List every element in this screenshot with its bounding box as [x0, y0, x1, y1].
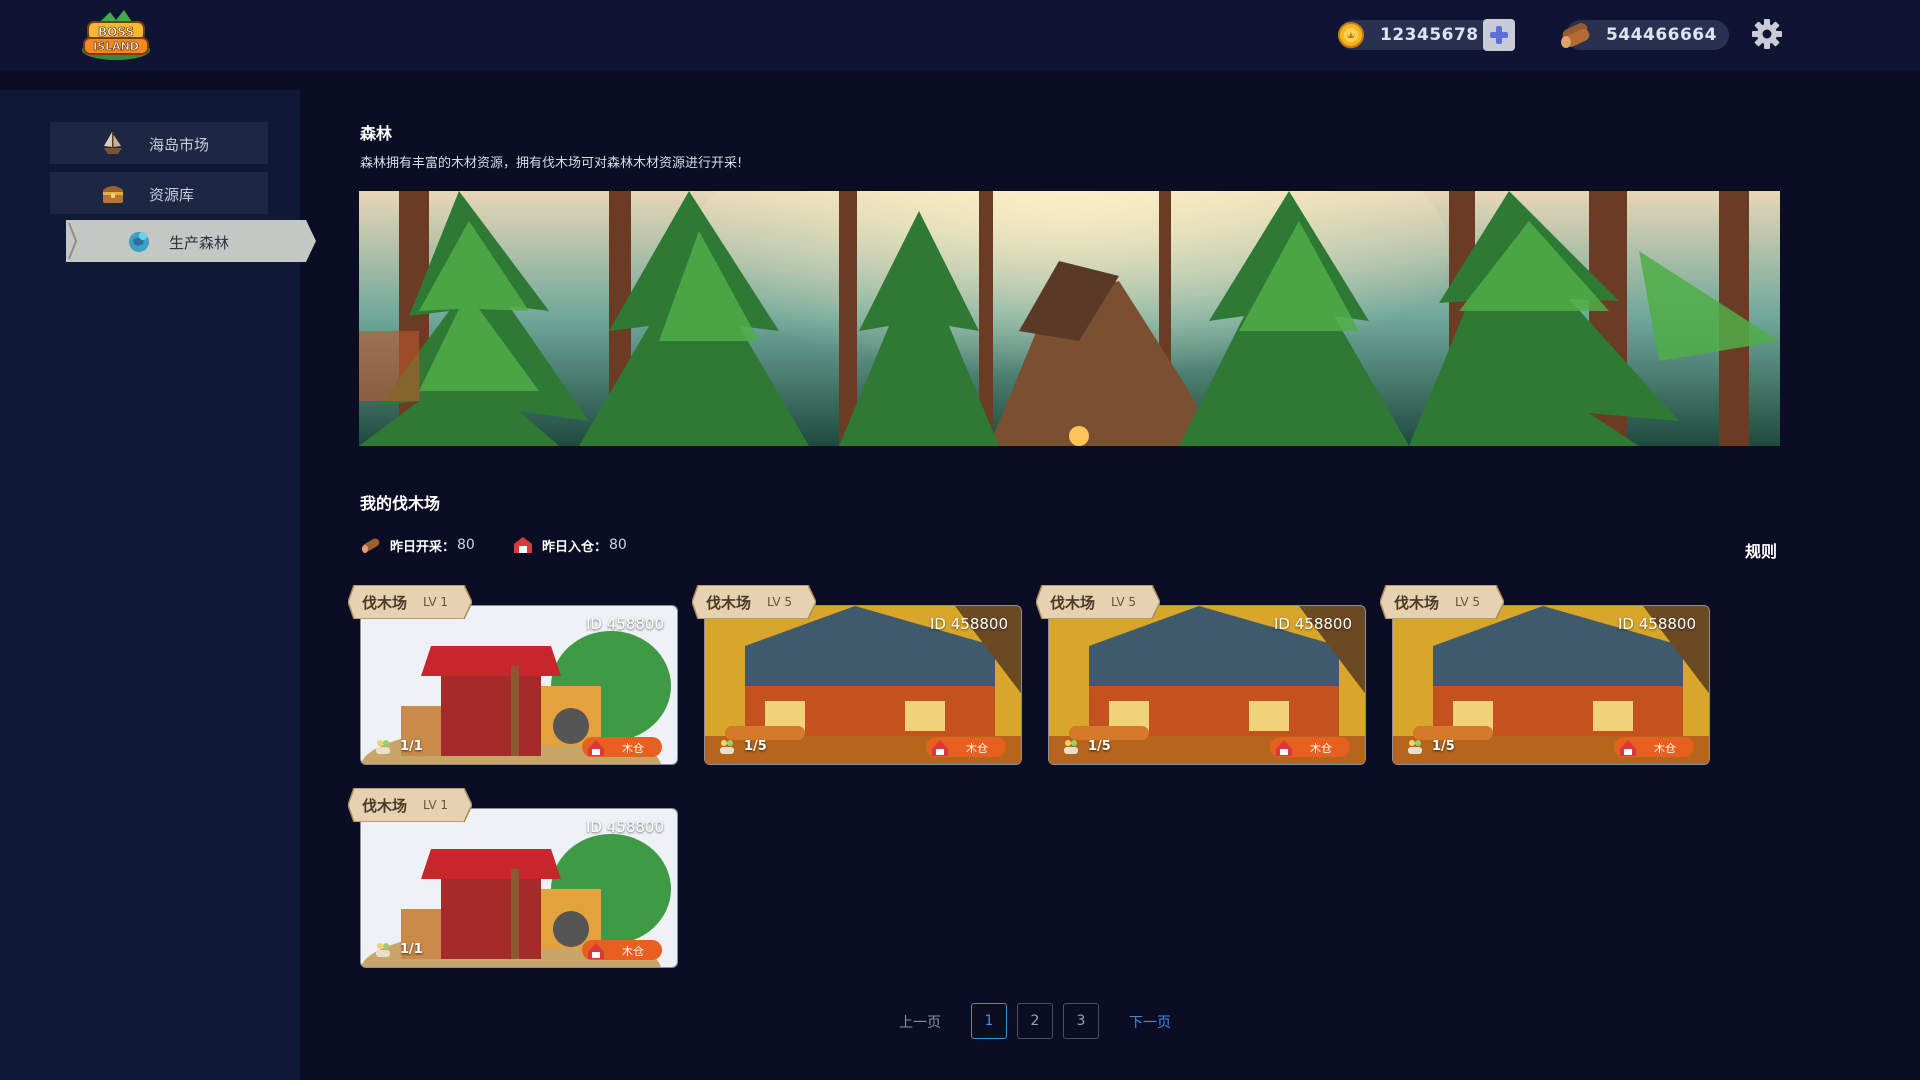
- lumberyard-level: LV 5: [1455, 595, 1481, 609]
- lumberyard-card[interactable]: 伐木场 LV 1 ID 458800 1/1 木仓: [348, 585, 678, 765]
- lumberyard-level: LV 5: [1111, 595, 1137, 609]
- forest-title: 森林: [360, 124, 393, 143]
- occupancy-value: 1/5: [1088, 738, 1111, 754]
- lumberyard-occupancy: 1/1: [374, 940, 423, 958]
- warehouse-icon: [1276, 740, 1292, 756]
- warehouse-label: 木仓: [1310, 742, 1332, 755]
- lumberyard-card[interactable]: 伐木场 LV 5 ID 458800 1/5 木仓: [1380, 585, 1710, 765]
- wood-balance: 544466664: [1561, 20, 1729, 50]
- rules-link[interactable]: 规则: [1745, 538, 1777, 562]
- lumberyard-tag: 伐木场 LV 5: [1380, 585, 1504, 619]
- workers-icon: [720, 740, 734, 754]
- warehouse-badge: 木仓: [1270, 737, 1350, 757]
- wood-log-icon: [1558, 18, 1594, 50]
- coin-icon: [1336, 21, 1366, 49]
- warehouse-label: 木仓: [1654, 742, 1676, 755]
- warehouse-icon: [588, 740, 604, 756]
- lumberyard-card[interactable]: 伐木场 LV 5 ID 458800 1/5 木仓: [1036, 585, 1366, 765]
- coin-balance-value: 12345678: [1380, 25, 1479, 45]
- lumberyard-level: LV 1: [423, 798, 449, 812]
- warehouse-icon: [588, 943, 604, 959]
- warehouse-label: 木仓: [622, 742, 644, 755]
- warehouse-badge: 木仓: [926, 737, 1006, 757]
- lumberyard-tag: 伐木场 LV 5: [1036, 585, 1160, 619]
- lumberyard-level: LV 5: [767, 595, 793, 609]
- yesterday-mined-stat: 昨日开采： 80: [360, 534, 475, 556]
- yesterday-mined-label: 昨日开采：: [390, 539, 456, 555]
- lumberyard-name: 伐木场: [362, 594, 408, 612]
- treasure-chest-icon: [100, 180, 126, 206]
- warehouse-badge: 木仓: [582, 940, 662, 960]
- lumberyard-card[interactable]: 伐木场 LV 1 ID 458800 1/1 木仓: [348, 788, 678, 968]
- lumberyard-id: ID 458800: [929, 615, 1008, 633]
- forest-globe-icon: [126, 228, 152, 254]
- lumberyard-card[interactable]: 伐木场 LV 5 ID 458800 1/5 木仓: [692, 585, 1022, 765]
- next-page-button[interactable]: 下一页: [1129, 1012, 1171, 1032]
- lumberyard-name: 伐木场: [706, 594, 752, 612]
- boss-island-logo[interactable]: BOSS ISLAND: [80, 10, 152, 62]
- occupancy-value: 1/5: [744, 738, 767, 754]
- warehouse-badge: 木仓: [1614, 737, 1694, 757]
- warehouse-icon: [932, 740, 948, 756]
- yesterday-stored-label: 昨日入仓：: [542, 539, 608, 555]
- warehouse-icon: [1620, 740, 1636, 756]
- warehouse-label: 木仓: [966, 742, 988, 755]
- sidebar-item-label: 海岛市场: [149, 136, 210, 154]
- workers-icon: [376, 740, 390, 754]
- lumberyard-id: ID 458800: [1617, 615, 1696, 633]
- sidebar-item-production-forest[interactable]: 生产森林: [66, 220, 316, 262]
- warehouse-label: 木仓: [622, 945, 644, 958]
- logo-text-boss: BOSS: [98, 25, 134, 39]
- warehouse-icon: [512, 534, 534, 556]
- wood-log-icon: [360, 534, 382, 556]
- forest-description: 森林拥有丰富的木材资源，拥有伐木场可对森林木材资源进行开采!: [360, 156, 743, 171]
- lumberyard-name: 伐木场: [1394, 594, 1440, 612]
- sidebar-item-label: 资源库: [149, 186, 195, 204]
- ship-icon: [100, 130, 126, 156]
- my-lumberyards-title: 我的伐木场: [360, 494, 441, 513]
- add-coins-button[interactable]: [1483, 19, 1515, 51]
- prev-page-button[interactable]: 上一页: [899, 1012, 941, 1032]
- forest-banner-image: [359, 191, 1780, 446]
- yesterday-stored-stat: 昨日入仓： 80: [512, 534, 627, 556]
- yesterday-mined-value: 80: [457, 537, 475, 553]
- lumberyard-id: ID 458800: [1273, 615, 1352, 633]
- lumberyard-level: LV 1: [423, 595, 449, 609]
- yesterday-stored-value: 80: [609, 537, 627, 553]
- lumberyard-tag: 伐木场 LV 1: [348, 788, 472, 822]
- lumberyard-occupancy: 1/1: [374, 737, 423, 755]
- lumberyard-occupancy: 1/5: [1406, 737, 1455, 755]
- lumberyard-tag: 伐木场 LV 1: [348, 585, 472, 619]
- sidebar-item-label: 生产森林: [169, 234, 230, 252]
- workers-icon: [1408, 740, 1422, 754]
- lumberyard-id: ID 458800: [585, 615, 664, 633]
- occupancy-value: 1/1: [400, 738, 423, 754]
- page-1-button[interactable]: 1: [971, 1003, 1007, 1039]
- workers-icon: [376, 943, 390, 957]
- settings-gear-icon[interactable]: [1751, 18, 1783, 50]
- warehouse-badge: 木仓: [582, 737, 662, 757]
- occupancy-value: 1/1: [400, 941, 423, 957]
- lumberyard-id: ID 458800: [585, 818, 664, 836]
- lumberyard-name: 伐木场: [1050, 594, 1096, 612]
- sidebar: 海岛市场 资源库 生产森林: [0, 90, 316, 1080]
- logo-text-island: ISLAND: [93, 40, 139, 53]
- lumberyard-occupancy: 1/5: [1062, 737, 1111, 755]
- wood-balance-value: 544466664: [1606, 25, 1717, 45]
- page-3-button[interactable]: 3: [1063, 1003, 1099, 1039]
- plus-icon: [1490, 26, 1508, 44]
- lumberyard-occupancy: 1/5: [718, 737, 767, 755]
- workers-icon: [1064, 740, 1078, 754]
- lumberyard-tag: 伐木场 LV 5: [692, 585, 816, 619]
- sidebar-item-resource-library[interactable]: 资源库: [50, 172, 268, 214]
- sidebar-item-island-market[interactable]: 海岛市场: [50, 122, 268, 164]
- occupancy-value: 1/5: [1432, 738, 1455, 754]
- lumberyard-name: 伐木场: [362, 797, 408, 815]
- top-bar: BOSS ISLAND 12345678 544466664: [0, 0, 1920, 70]
- page-2-button[interactable]: 2: [1017, 1003, 1053, 1039]
